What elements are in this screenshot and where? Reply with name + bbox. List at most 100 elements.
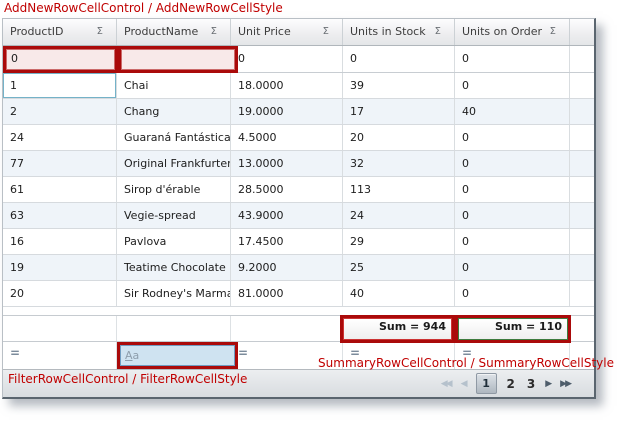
- cell-unitprice[interactable]: 43.9000: [231, 203, 343, 228]
- cell-productid[interactable]: 19: [3, 255, 117, 280]
- first-page-button[interactable]: ◀◀: [441, 379, 453, 389]
- annotation-summaryrow-style: SummaryRowCellControl / SummaryRowCellSt…: [318, 356, 614, 370]
- summary-filler: [570, 316, 594, 341]
- annotation-addnewrow-style: AddNewRowCellControl / AddNewRowCellStyl…: [4, 1, 283, 15]
- page-button-3[interactable]: 3: [525, 377, 537, 391]
- table-row: 63 Vegie-spread 43.9000 24 0: [3, 203, 594, 229]
- cell-unitsonorder[interactable]: 0: [455, 151, 570, 176]
- cell-unitprice[interactable]: 28.5000: [231, 177, 343, 202]
- filter-annotation-box-productname: Aa: [117, 342, 238, 369]
- summary-sigma-icon[interactable]: Σ: [211, 19, 217, 45]
- addnew-cell-productid[interactable]: 0: [6, 49, 115, 70]
- cell-unitprice[interactable]: 17.4500: [231, 229, 343, 254]
- filter-operator-icon[interactable]: =: [238, 346, 248, 360]
- cell-productid[interactable]: 24: [3, 125, 117, 150]
- addnew-cell-unitprice[interactable]: 0: [231, 46, 343, 72]
- summary-sigma-icon[interactable]: Σ: [435, 19, 441, 45]
- summary-annotation-box-stock: Sum = 944: [340, 315, 455, 343]
- cell-productid[interactable]: 2: [3, 99, 117, 124]
- cell-productname[interactable]: Sirop d'érable: [117, 177, 231, 202]
- pager: ◀◀ ◀ 1 2 3 ▶ ▶▶: [441, 373, 572, 394]
- cell-unitsinstock[interactable]: 39: [343, 73, 455, 98]
- page-button-1-current[interactable]: 1: [476, 373, 497, 394]
- cell-unitsonorder[interactable]: 0: [455, 73, 570, 98]
- column-header-label: Units on Order: [462, 25, 542, 38]
- cell-unitsinstock[interactable]: 24: [343, 203, 455, 228]
- column-header-unitsonorder[interactable]: Units on Order Σ: [455, 19, 570, 45]
- cell-unitsonorder[interactable]: 0: [455, 255, 570, 280]
- page-button-2[interactable]: 2: [505, 377, 517, 391]
- next-page-button[interactable]: ▶: [545, 379, 552, 389]
- summary-sigma-icon[interactable]: Σ: [323, 19, 329, 45]
- row-filler: [570, 229, 594, 254]
- summary-cell-empty: [3, 316, 117, 341]
- cell-productid[interactable]: 77: [3, 151, 117, 176]
- cell-productname[interactable]: Vegie-spread: [117, 203, 231, 228]
- row-filler: [570, 125, 594, 150]
- cell-unitsonorder[interactable]: 0: [455, 229, 570, 254]
- cell-unitsinstock[interactable]: 113: [343, 177, 455, 202]
- summary-cell-empty: [117, 316, 231, 341]
- annotation-filterrow-style: FilterRowCellControl / FilterRowCellStyl…: [8, 372, 247, 386]
- cell-unitsinstock[interactable]: 25: [343, 255, 455, 280]
- cell-productid[interactable]: 61: [3, 177, 117, 202]
- table-row: 2 Chang 19.0000 17 40: [3, 99, 594, 125]
- filter-input-productname[interactable]: Aa: [120, 345, 235, 366]
- cell-productname[interactable]: Pavlova: [117, 229, 231, 254]
- addnew-annotation-box-productid: 0: [3, 46, 118, 73]
- row-filler: [570, 99, 594, 124]
- cell-productname[interactable]: Teatime Chocolate Biscuits: [117, 255, 231, 280]
- cell-unitsonorder[interactable]: 0: [455, 281, 570, 306]
- cell-productid[interactable]: 16: [3, 229, 117, 254]
- addnew-cell-productname[interactable]: [121, 49, 235, 70]
- table-row: 20 Sir Rodney's Marmalade 81.0000 40 0: [3, 281, 594, 307]
- cell-productid[interactable]: 1: [3, 73, 117, 98]
- filter-cell-productid: =: [3, 342, 117, 369]
- summary-sigma-icon[interactable]: Σ: [97, 19, 103, 45]
- cell-productname[interactable]: Chang: [117, 99, 231, 124]
- column-header-unitprice[interactable]: Unit Price Σ: [231, 19, 343, 45]
- cell-unitsinstock[interactable]: 17: [343, 99, 455, 124]
- column-header-label: Units in Stock: [350, 25, 426, 38]
- last-page-button[interactable]: ▶▶: [560, 379, 572, 389]
- cell-unitsinstock[interactable]: 40: [343, 281, 455, 306]
- filter-operator-icon[interactable]: =: [10, 346, 20, 360]
- table-row: 77 Original Frankfurter grüne Soße 13.00…: [3, 151, 594, 177]
- previous-page-button[interactable]: ◀: [461, 379, 468, 389]
- addnew-filler: [570, 46, 594, 72]
- cell-unitsinstock[interactable]: 29: [343, 229, 455, 254]
- row-filler: [570, 255, 594, 280]
- cell-unitsonorder[interactable]: 0: [455, 177, 570, 202]
- cell-productname[interactable]: Sir Rodney's Marmalade: [117, 281, 231, 306]
- row-filler: [570, 73, 594, 98]
- cell-unitprice[interactable]: 13.0000: [231, 151, 343, 176]
- summary-sigma-icon[interactable]: Σ: [550, 19, 556, 45]
- summary-annotation-box-order: Sum = 110: [455, 315, 571, 343]
- cell-unitsinstock[interactable]: 20: [343, 125, 455, 150]
- column-header-unitsinstock[interactable]: Units in Stock Σ: [343, 19, 455, 45]
- addnew-cell-unitsinstock[interactable]: 0: [343, 46, 455, 72]
- column-header-productid[interactable]: ProductID Σ: [3, 19, 117, 45]
- cell-unitprice[interactable]: 18.0000: [231, 73, 343, 98]
- cell-unitprice[interactable]: 81.0000: [231, 281, 343, 306]
- cell-productname[interactable]: Guaraná Fantástica: [117, 125, 231, 150]
- addnew-cell-unitsonorder[interactable]: 0: [455, 46, 570, 72]
- table-row: 16 Pavlova 17.4500 29 0: [3, 229, 594, 255]
- cell-unitsinstock[interactable]: 32: [343, 151, 455, 176]
- cell-productname[interactable]: Original Frankfurter grüne Soße: [117, 151, 231, 176]
- cell-productid[interactable]: 20: [3, 281, 117, 306]
- cell-unitsonorder[interactable]: 40: [455, 99, 570, 124]
- cell-productname[interactable]: Chai: [117, 73, 231, 98]
- cell-unitprice[interactable]: 4.5000: [231, 125, 343, 150]
- data-grid: ProductID Σ ProductName Σ Unit Price Σ U…: [2, 18, 596, 399]
- cell-unitprice[interactable]: 9.2000: [231, 255, 343, 280]
- cell-unitsonorder[interactable]: 0: [455, 203, 570, 228]
- summary-row: Sum = 944 Sum = 110: [3, 315, 594, 342]
- cell-unitsonorder[interactable]: 0: [455, 125, 570, 150]
- add-new-row: 0 0 0 0: [3, 46, 594, 73]
- header-row: ProductID Σ ProductName Σ Unit Price Σ U…: [3, 19, 594, 46]
- column-header-productname[interactable]: ProductName Σ: [117, 19, 231, 45]
- cell-productid[interactable]: 63: [3, 203, 117, 228]
- cell-unitprice[interactable]: 19.0000: [231, 99, 343, 124]
- addnew-annotation-box-productname: [118, 46, 238, 73]
